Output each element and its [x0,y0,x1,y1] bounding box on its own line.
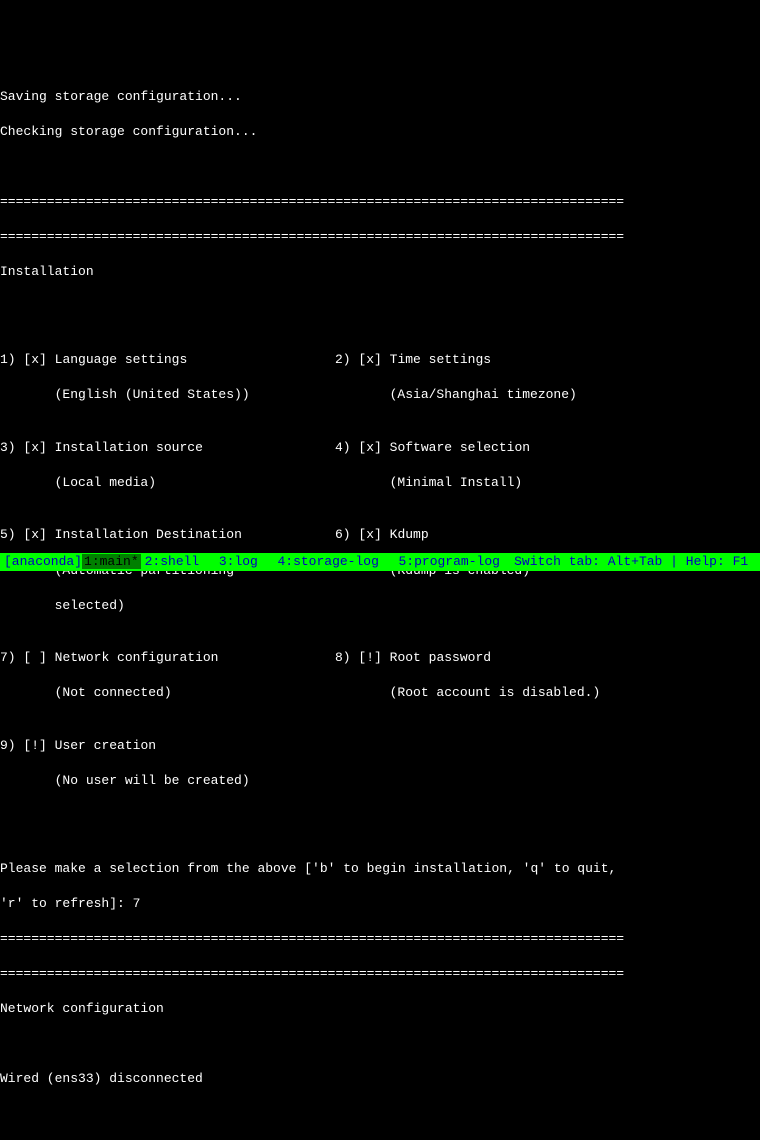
status-line: Checking storage configuration... [0,123,760,141]
menu-item[interactable]: 6) [x] Kdump [335,527,429,542]
menu-item[interactable]: 8) [!] Root password [335,650,491,665]
menu-row: 1) [x] Language settings 2) [x] Time set… [0,351,760,369]
status-tab-shell[interactable]: 2:shell [145,554,200,569]
menu-row: 5) [x] Installation Destination 6) [x] K… [0,526,760,544]
menu-item[interactable]: 7) [ ] Network configuration [0,650,218,665]
menu-item[interactable]: 5) [x] Installation Destination [0,527,242,542]
blank [0,158,760,176]
menu-row: 9) [!] User creation [0,737,760,755]
menu-row-detail: selected) [0,597,760,615]
status-bar-left: [anaconda]1:main* 2:shell 3:log 4:storage… [4,553,504,571]
status-bar: [anaconda]1:main* 2:shell 3:log 4:storage… [0,553,760,571]
menu-row-detail: (Local media) (Minimal Install) [0,474,760,492]
terminal-screen: Saving storage configuration... Checking… [0,70,760,1140]
blank [0,1105,760,1123]
blank [0,825,760,843]
status-tab-main[interactable]: 1:main* [82,554,141,569]
status-tab-log[interactable]: 3:log [219,554,258,569]
menu-detail: (Not connected) [55,685,172,700]
status-tab-program-log[interactable]: 5:program-log [399,554,500,569]
status-bar-right: Switch tab: Alt+Tab | Help: F1 [514,553,756,571]
menu-item[interactable]: 3) [x] Installation source [0,440,203,455]
status-line: Saving storage configuration... [0,88,760,106]
status-hint-help: Help: F1 [686,554,748,569]
divider: ========================================… [0,965,760,983]
status-tab-storage-log[interactable]: 4:storage-log [277,554,378,569]
menu-detail: (Root account is disabled.) [390,685,601,700]
menu-row-detail: (No user will be created) [0,772,760,790]
menu-detail: (English (United States)) [55,387,250,402]
divider: ========================================… [0,930,760,948]
menu-detail: (Local media) [55,475,156,490]
blank [0,1035,760,1053]
menu-item[interactable]: 4) [x] Software selection [335,440,530,455]
net-status: Wired (ens33) disconnected [0,1070,760,1088]
menu-row: 7) [ ] Network configuration 8) [!] Root… [0,649,760,667]
menu-detail: selected) [55,598,125,613]
status-hint-switch: Switch tab: Alt+Tab [514,554,662,569]
menu-item[interactable]: 1) [x] Language settings [0,352,187,367]
menu-row: 3) [x] Installation source 4) [x] Softwa… [0,439,760,457]
menu-detail: (No user will be created) [55,773,250,788]
divider: ========================================… [0,193,760,211]
menu-detail: (Minimal Install) [390,475,523,490]
menu-detail: (Asia/Shanghai timezone) [390,387,577,402]
section-title: Network configuration [0,1000,760,1018]
prompt-input[interactable]: 'r' to refresh]: 7 [0,895,760,913]
prompt-line: Please make a selection from the above [… [0,860,760,878]
section-title: Installation [0,263,760,281]
blank [0,298,760,316]
menu-row-detail: (Not connected) (Root account is disable… [0,684,760,702]
menu-item[interactable]: 2) [x] Time settings [335,352,491,367]
divider: ========================================… [0,228,760,246]
menu-item[interactable]: 9) [!] User creation [0,738,156,753]
status-prefix: [anaconda] [4,554,82,569]
menu-row-detail: (English (United States)) (Asia/Shanghai… [0,386,760,404]
